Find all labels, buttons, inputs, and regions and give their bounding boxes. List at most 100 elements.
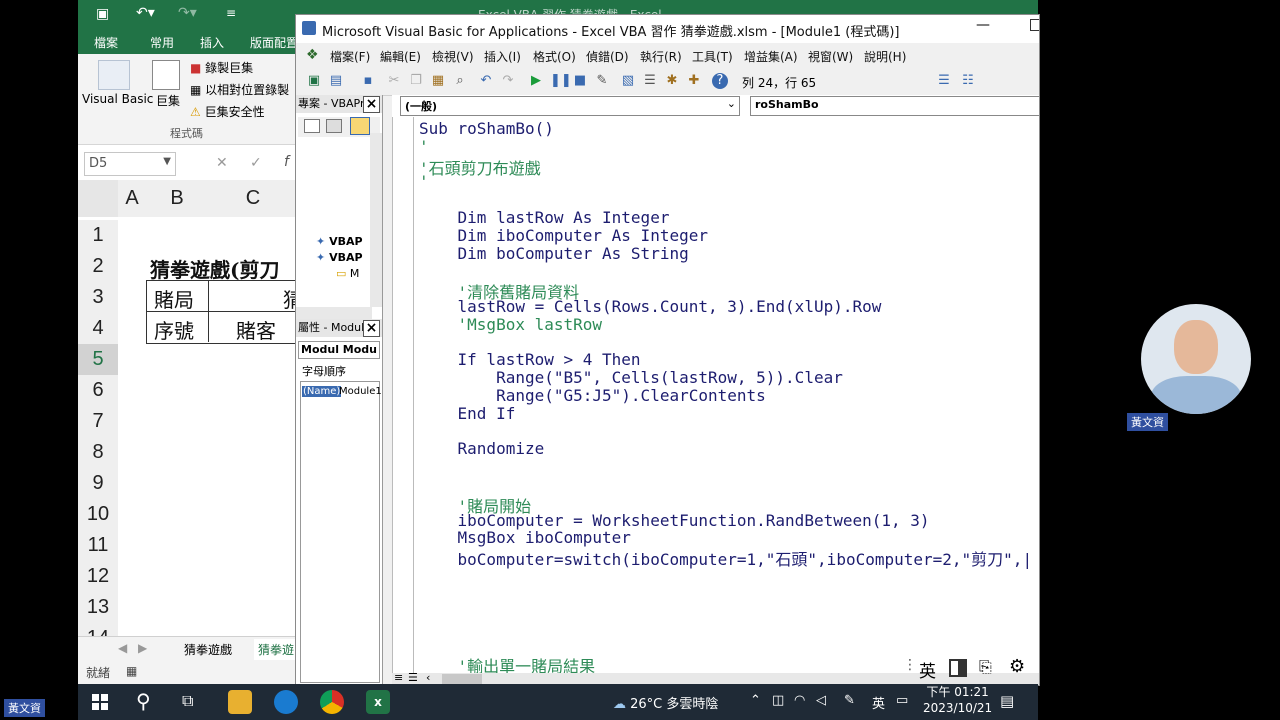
- code-line[interactable]: iboComputer = WorksheetFunction.RandBetw…: [419, 511, 930, 530]
- procedure-view-icon[interactable]: ≡: [394, 671, 403, 684]
- minimize-icon[interactable]: —: [976, 17, 990, 33]
- copy-icon[interactable]: ❐: [408, 73, 424, 89]
- tab-home[interactable]: 常用: [150, 34, 174, 51]
- visual-basic-icon[interactable]: [98, 60, 130, 90]
- sheet-tab-2-active[interactable]: 猜拳遊: [254, 639, 298, 662]
- object-browser-icon[interactable]: ✱: [664, 73, 680, 89]
- menu-addins[interactable]: 增益集(A): [744, 48, 798, 65]
- enter-icon[interactable]: ✓: [250, 155, 262, 171]
- weather-widget[interactable]: ☁ 26°C 多雲時陰: [613, 693, 718, 712]
- code-line[interactable]: If lastRow > 4 Then: [419, 350, 641, 369]
- row-header[interactable]: 11: [78, 530, 118, 562]
- code-line[interactable]: End If: [419, 404, 516, 423]
- comment-block-icon[interactable]: ☷: [960, 73, 976, 89]
- notification-icon[interactable]: ▤: [1000, 692, 1014, 710]
- name-box[interactable]: D5 ▼: [84, 152, 176, 176]
- tray-volume-icon[interactable]: ◁: [816, 693, 826, 708]
- macro-security-button[interactable]: ⚠ 巨集安全性: [190, 103, 265, 120]
- sheet-title-cell[interactable]: 猜拳遊戲(剪刀: [150, 254, 279, 283]
- view-code-icon[interactable]: [304, 119, 320, 133]
- code-line[interactable]: boComputer=switch(iboComputer=1,"石頭",ibo…: [419, 546, 1033, 570]
- tray-pen-icon[interactable]: ✎: [844, 693, 855, 708]
- menu-edit[interactable]: 編輯(E): [380, 48, 421, 65]
- menu-window[interactable]: 視窗(W): [808, 48, 853, 65]
- code-line[interactable]: Dim boComputer As String: [419, 244, 689, 263]
- menu-file[interactable]: 檔案(F): [330, 48, 370, 65]
- insert-userform-icon[interactable]: ▤: [328, 73, 344, 89]
- property-name-value[interactable]: Module1: [339, 386, 382, 397]
- record-macro-button[interactable]: ■ 錄製巨集: [190, 59, 253, 76]
- chrome-icon[interactable]: [320, 690, 344, 714]
- column-header-c[interactable]: C: [208, 180, 299, 217]
- row-header[interactable]: 6: [78, 375, 118, 407]
- toggle-folders-icon[interactable]: [350, 117, 370, 135]
- menu-view[interactable]: 檢視(V): [432, 48, 474, 65]
- full-module-view-icon[interactable]: ☰: [408, 671, 418, 684]
- project-hscroll[interactable]: [296, 307, 372, 319]
- properties-icon[interactable]: ☰: [642, 73, 658, 89]
- tab-file[interactable]: 檔案: [94, 34, 118, 51]
- tray-ime-label[interactable]: 英: [872, 693, 885, 712]
- cell-c4[interactable]: 賭客: [236, 315, 276, 344]
- row-header[interactable]: 1: [78, 220, 118, 252]
- start-icon[interactable]: [92, 694, 108, 710]
- undo-icon[interactable]: ↶: [478, 73, 494, 89]
- row-header[interactable]: 2: [78, 251, 118, 283]
- code-line[interactable]: Randomize: [419, 439, 545, 458]
- code-line[interactable]: Range("B5", Cells(lastRow, 5)).Clear: [419, 368, 843, 387]
- undo-icon[interactable]: ↶▾: [136, 5, 155, 21]
- pause-icon[interactable]: ❚❚: [550, 73, 572, 89]
- prev-sheet-icon[interactable]: ◀: [118, 641, 127, 655]
- cell-b4[interactable]: 序號: [154, 315, 194, 344]
- visual-basic-button[interactable]: Visual Basic: [82, 92, 153, 106]
- help-icon[interactable]: ?: [712, 73, 728, 89]
- code-line[interactable]: ': [419, 137, 429, 156]
- menu-debug[interactable]: 偵錯(D): [586, 48, 629, 65]
- select-all-corner[interactable]: [78, 180, 119, 217]
- code-line[interactable]: ': [419, 172, 429, 191]
- column-header-b[interactable]: B: [146, 180, 209, 217]
- file-explorer-icon[interactable]: [228, 690, 252, 714]
- redo-icon[interactable]: ↷: [500, 73, 516, 89]
- menu-format[interactable]: 格式(O): [533, 48, 576, 65]
- code-editor[interactable]: Sub roShamBo() ' '石頭剪刀布遊戲 ' Dim lastRow As …: [392, 117, 1039, 676]
- redo-icon[interactable]: ↷▾: [178, 5, 197, 21]
- macros-icon[interactable]: [152, 60, 180, 90]
- code-line[interactable]: '石頭剪刀布遊戲: [419, 155, 541, 179]
- view-object-icon[interactable]: [326, 119, 342, 133]
- macro-record-status-icon[interactable]: ▦: [126, 664, 137, 678]
- procedure-combo[interactable]: roShamBo: [750, 96, 1039, 116]
- property-name-key[interactable]: (Name): [302, 386, 342, 397]
- tray-chevron-icon[interactable]: ⌃: [750, 693, 761, 708]
- toolbox-icon[interactable]: ✚: [686, 73, 702, 89]
- tab-insert[interactable]: 插入: [200, 34, 224, 51]
- view-excel-icon[interactable]: ▣: [306, 73, 322, 89]
- chevron-down-icon[interactable]: ▼: [163, 156, 171, 167]
- column-header-a[interactable]: A: [118, 180, 147, 217]
- code-line[interactable]: lastRow = Cells(Rows.Count, 3).End(xlUp)…: [419, 297, 882, 316]
- macros-button[interactable]: 巨集: [156, 92, 180, 109]
- cut-icon[interactable]: ✂: [386, 73, 402, 89]
- relative-ref-button[interactable]: ▦ 以相對位置錄製: [190, 81, 289, 98]
- tray-network-icon[interactable]: ◫: [772, 693, 784, 708]
- row-header[interactable]: 9: [78, 468, 118, 500]
- tray-keyboard-icon[interactable]: ▭: [896, 693, 908, 708]
- stop-icon[interactable]: ■: [572, 73, 588, 89]
- project-explorer-icon[interactable]: ▧: [620, 73, 636, 89]
- row-header[interactable]: 8: [78, 437, 118, 469]
- close-icon[interactable]: ×: [363, 320, 380, 337]
- excel-taskbar-icon[interactable]: x: [366, 690, 390, 714]
- code-line[interactable]: 'MsgBox lastRow: [419, 315, 603, 334]
- code-line[interactable]: Sub roShamBo(): [419, 119, 554, 138]
- tree-item-project-2[interactable]: ✦ VBAP: [316, 251, 363, 264]
- object-combo[interactable]: (一般) ⌄: [400, 96, 740, 116]
- save-icon[interactable]: ▣: [96, 6, 109, 22]
- task-view-icon[interactable]: ⧉: [182, 691, 193, 711]
- row-header[interactable]: 12: [78, 561, 118, 593]
- menu-run[interactable]: 執行(R): [640, 48, 682, 65]
- tray-clock[interactable]: 下午 01:21 2023/10/21: [923, 684, 992, 716]
- close-icon[interactable]: ×: [363, 96, 380, 113]
- project-vscroll[interactable]: [370, 133, 382, 307]
- chevron-down-icon[interactable]: ⌄: [727, 97, 736, 110]
- code-line[interactable]: MsgBox iboComputer: [419, 528, 631, 547]
